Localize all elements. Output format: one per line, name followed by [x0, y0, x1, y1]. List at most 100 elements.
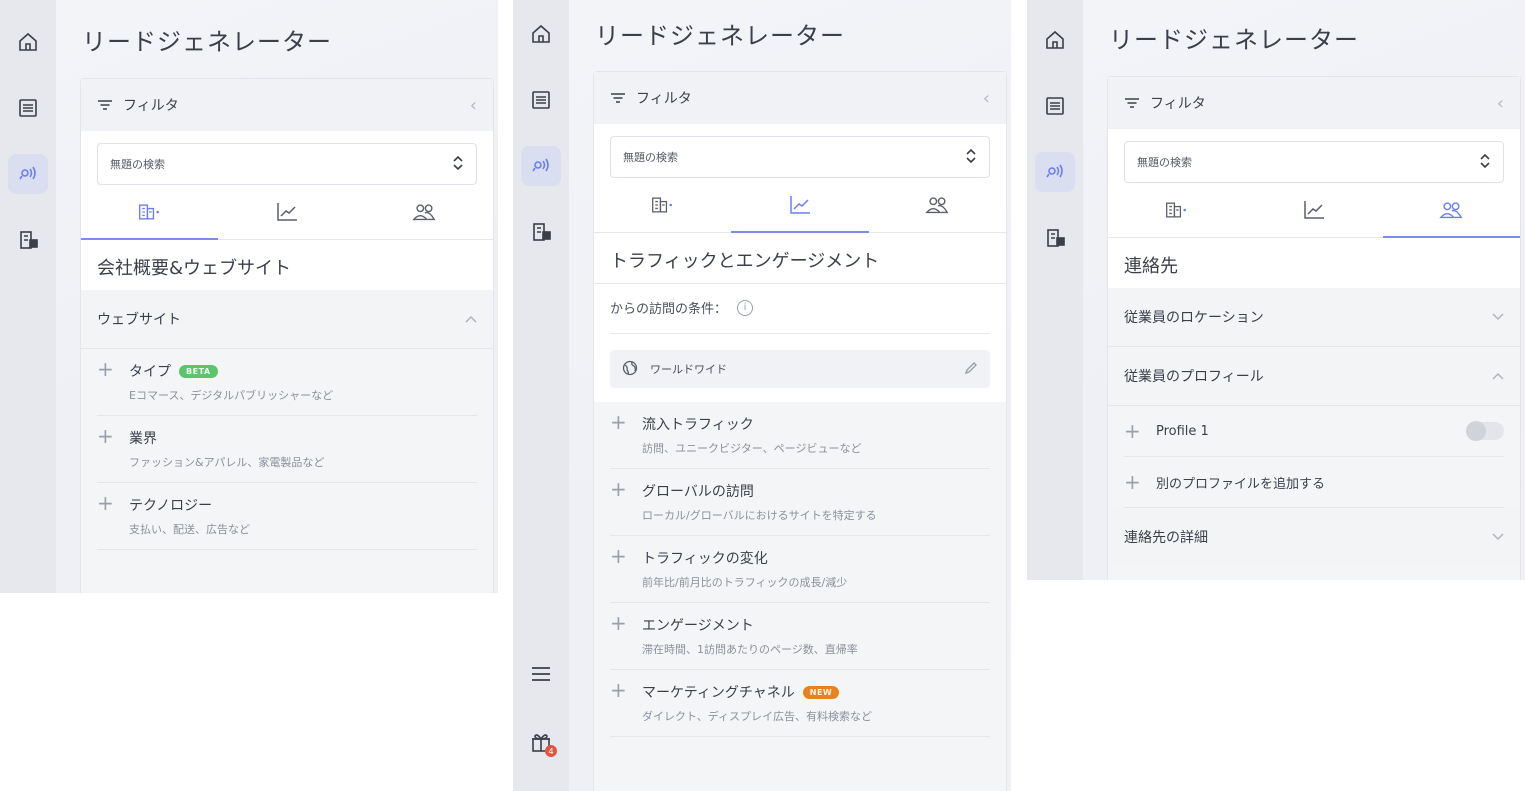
info-icon[interactable]: i: [737, 299, 754, 316]
group-label: ウェブサイト: [97, 312, 181, 328]
plus-icon: +: [1124, 470, 1141, 494]
radar-icon[interactable]: [521, 146, 561, 186]
list-icon[interactable]: [8, 88, 48, 128]
group-contact-details[interactable]: 連絡先の詳細: [1108, 508, 1520, 566]
filter-icon: [1124, 94, 1140, 113]
filter-header: フィルタ ‹: [81, 79, 493, 131]
building-grid-icon[interactable]: [1035, 218, 1075, 258]
chart-icon: [1304, 201, 1324, 219]
group-employee-profile[interactable]: 従業員のプロフィール: [1108, 347, 1520, 406]
filter-icon: [97, 96, 113, 115]
tab-traffic[interactable]: [1245, 183, 1382, 237]
saved-search-select[interactable]: 無題の検索: [610, 136, 990, 178]
filter-item-engagement[interactable]: + エンゲージメント 滞在時間、1訪問あたりのページ数、直帰率: [610, 603, 990, 670]
new-badge: NEW: [802, 685, 840, 699]
filter-tabs: [81, 185, 493, 240]
profile-toggle[interactable]: [1466, 421, 1504, 441]
page-title: リードジェネレーター: [595, 22, 845, 50]
filter-item-technology[interactable]: + テクノロジー 支払い、配送、広告など: [97, 483, 477, 550]
filter-header: フィルタ ‹: [594, 72, 1006, 124]
plus-icon: +: [610, 611, 627, 635]
home-icon[interactable]: [8, 22, 48, 62]
tab-company[interactable]: [81, 185, 219, 240]
panel-traffic: 4 リードジェネレーター フィルタ ‹ 無題の検索 トラフィックとエンゲージメン…: [513, 0, 1011, 791]
globe-icon: [622, 360, 638, 379]
plus-icon: +: [610, 678, 627, 702]
filter-label: フィルタ: [1150, 96, 1206, 112]
list-icon[interactable]: [1035, 86, 1075, 126]
item-desc: ダイレクト、ディスプレイ広告、有料検索など: [642, 710, 873, 723]
radar-icon[interactable]: [8, 154, 48, 194]
people-icon: [412, 204, 436, 221]
radar-icon[interactable]: [1035, 152, 1075, 192]
filter-item-traffic-change[interactable]: + トラフィックの変化 前年比/前月比のトラフィックの成長/減少: [610, 536, 990, 603]
filter-header: フィルタ ‹: [1108, 77, 1520, 129]
group-label: 従業員のプロフィール: [1124, 369, 1264, 385]
building-grid-icon[interactable]: [8, 220, 48, 260]
list-icon[interactable]: [521, 80, 561, 120]
conditions-label: からの訪問の条件：: [610, 302, 728, 317]
item-title: 業界: [129, 431, 157, 447]
filter-card: フィルタ ‹ 無題の検索: [593, 71, 1007, 791]
collapse-chevron-icon[interactable]: ‹: [1497, 93, 1504, 114]
plus-icon: +: [97, 424, 114, 448]
filter-item-industry[interactable]: + 業界 ファッション&アパレル、家電製品など: [97, 416, 477, 483]
building-grid-icon[interactable]: [521, 212, 561, 252]
plus-icon: +: [1124, 419, 1141, 443]
group-employee-location[interactable]: 従業員のロケーション: [1108, 288, 1520, 347]
visit-conditions: からの訪問の条件： i ワールドワイド: [594, 284, 1006, 402]
filter-tabs: [594, 178, 1006, 233]
filter-item-global-visits[interactable]: + グローバルの訪問 ローカル/グローバルにおけるサイトを特定する: [610, 469, 990, 536]
chevron-up-icon: [465, 311, 477, 327]
tab-contacts[interactable]: [356, 185, 493, 239]
item-title: タイプ: [129, 364, 171, 380]
tab-company[interactable]: [594, 178, 731, 232]
filter-card: フィルタ ‹ 無題の検索: [1107, 76, 1521, 580]
filter-item-incoming-traffic[interactable]: + 流入トラフィック 訪問、ユニークビジター、ページビューなど: [610, 402, 990, 469]
panel-contacts: リードジェネレーター フィルタ ‹ 無題の検索 連絡先 従業員のロケーション 従…: [1027, 0, 1525, 580]
item-title: グローバルの訪問: [642, 484, 754, 500]
menu-icon[interactable]: [521, 654, 561, 694]
gift-icon[interactable]: 4: [521, 722, 561, 762]
section-title: 会社概要&ウェブサイト: [81, 240, 493, 290]
group-website[interactable]: ウェブサイト: [81, 290, 493, 349]
filter-item-type[interactable]: + タイプ BETA Eコマース、デジタルパブリッシャーなど: [97, 349, 477, 416]
tab-contacts[interactable]: [1382, 183, 1521, 238]
page-title: リードジェネレーター: [82, 28, 332, 56]
saved-search-select[interactable]: 無題の検索: [1124, 141, 1504, 183]
main-content: リードジェネレーター フィルタ ‹ 無題の検索: [56, 0, 498, 593]
updown-chevron-icon: [965, 148, 977, 167]
saved-search-select[interactable]: 無題の検索: [97, 143, 477, 185]
filter-item-marketing-channels[interactable]: + マーケティングチャネル NEW ダイレクト、ディスプレイ広告、有料検索など: [610, 670, 990, 737]
collapse-chevron-icon[interactable]: ‹: [983, 88, 990, 109]
beta-badge: BETA: [179, 364, 218, 378]
add-profile-button[interactable]: + 別のプロファイルを追加する: [1124, 457, 1504, 508]
chart-icon: [277, 203, 297, 221]
worldwide-selector[interactable]: ワールドワイド: [610, 350, 990, 388]
collapse-chevron-icon[interactable]: ‹: [470, 95, 477, 116]
tab-company[interactable]: [1108, 183, 1245, 237]
filter-tabs: [1108, 183, 1521, 238]
page-title: リードジェネレーター: [1109, 26, 1359, 54]
updown-chevron-icon: [1479, 153, 1491, 172]
tab-contacts[interactable]: [869, 178, 1006, 232]
tab-traffic[interactable]: [731, 178, 869, 233]
filter-icon: [610, 89, 626, 108]
profile-item[interactable]: + Profile 1: [1124, 406, 1504, 457]
chevron-up-icon: [1492, 368, 1504, 384]
tab-traffic[interactable]: [218, 185, 355, 239]
notification-badge: 4: [545, 745, 557, 757]
item-title: テクノロジー: [129, 498, 213, 514]
section-title: トラフィックとエンゲージメント: [594, 233, 1006, 284]
item-title: マーケティングチャネル: [642, 685, 795, 701]
saved-search-value: 無題の検索: [623, 151, 678, 164]
pencil-icon[interactable]: [964, 361, 978, 378]
people-icon: [925, 197, 949, 214]
home-icon[interactable]: [1035, 20, 1075, 60]
chevron-down-icon: [1492, 309, 1504, 325]
home-icon[interactable]: [521, 14, 561, 54]
side-rail: 4: [513, 0, 569, 791]
item-desc: 滞在時間、1訪問あたりのページ数、直帰率: [642, 643, 858, 656]
item-desc: 支払い、配送、広告など: [129, 523, 250, 536]
plus-icon: +: [610, 544, 627, 568]
